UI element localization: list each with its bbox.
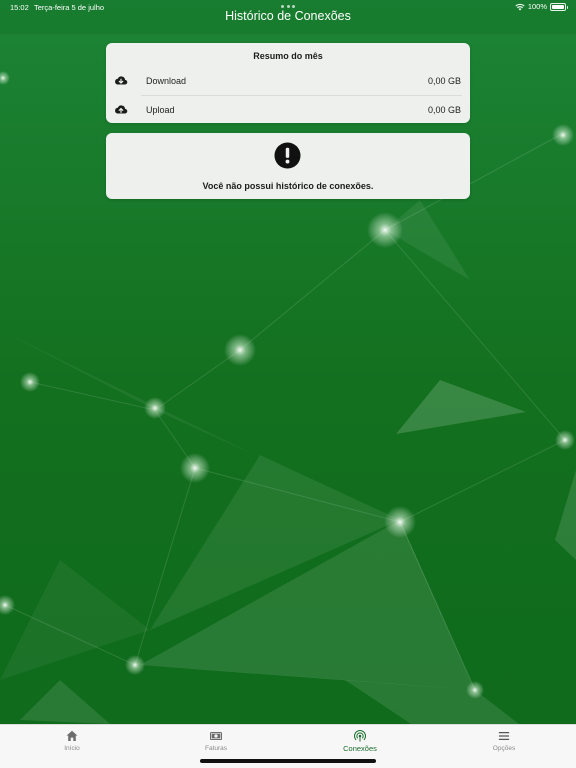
status-date: Terça-feira 5 de julho xyxy=(34,3,105,12)
cloud-download-icon xyxy=(115,76,128,85)
upload-row: Upload 0,00 GB xyxy=(106,97,470,124)
tab-label: Opções xyxy=(492,745,516,752)
upload-value: 0,00 GB xyxy=(427,105,461,115)
download-row: Download 0,00 GB xyxy=(106,68,470,95)
tab-label: Início xyxy=(64,745,80,752)
banknote-icon xyxy=(210,732,222,740)
status-indicators: 100% xyxy=(515,2,568,11)
menu-icon xyxy=(498,732,510,740)
cloud-upload-icon xyxy=(115,105,128,114)
tab-label: Faturas xyxy=(204,745,228,752)
empty-history-card: Você não possui histórico de conexões. xyxy=(106,133,470,199)
summary-title: Resumo do mês xyxy=(253,51,323,61)
tab-label: Conexões xyxy=(343,744,377,753)
home-icon xyxy=(66,730,78,741)
status-bar: 15:02 Terça-feira 5 de julho 100% xyxy=(0,0,576,14)
home-indicator[interactable] xyxy=(200,759,376,763)
row-divider xyxy=(141,95,462,96)
battery-icon xyxy=(550,2,568,11)
multitasking-dots-icon[interactable] xyxy=(281,5,295,8)
tab-opcoes[interactable]: Opções xyxy=(432,725,576,768)
download-value: 0,00 GB xyxy=(427,76,461,86)
monthly-summary-card: Resumo do mês Download 0,00 GB Upload 0,… xyxy=(106,43,470,123)
status-time: 15:02 xyxy=(10,3,29,12)
download-label: Download xyxy=(146,76,187,86)
upload-label: Upload xyxy=(146,105,175,115)
tab-inicio[interactable]: Início xyxy=(0,725,144,768)
signal-icon xyxy=(354,730,366,742)
empty-history-message: Você não possui histórico de conexões. xyxy=(202,181,374,191)
exclamation-circle-icon xyxy=(274,142,301,169)
battery-percent: 100% xyxy=(527,2,547,11)
wifi-icon xyxy=(515,3,525,10)
